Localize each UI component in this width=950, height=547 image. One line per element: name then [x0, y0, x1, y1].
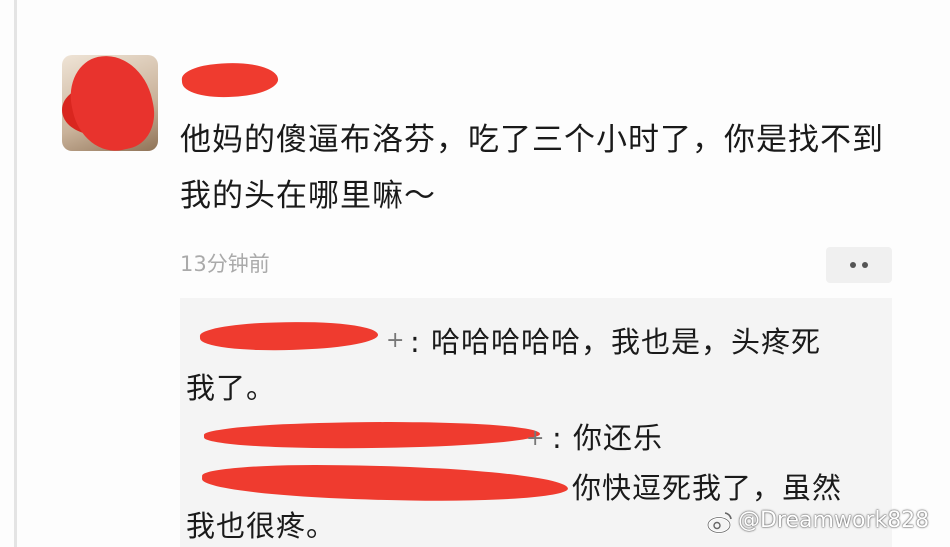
comment-2-line-1: : 你还乐	[552, 418, 663, 458]
avatar[interactable]	[62, 55, 158, 151]
commenter-name-redaction	[199, 318, 379, 354]
weibo-icon	[706, 512, 732, 534]
comment-3-line-1: 你快逗死我了，虽然	[572, 471, 843, 505]
post-timestamp: 13分钟前	[180, 252, 270, 276]
avatar-redaction-scribble	[62, 55, 158, 151]
watermark: @Dreamwork828	[738, 508, 930, 533]
more-dots-icon	[850, 262, 856, 268]
comment-3-line-2: 我也很疼。	[186, 509, 337, 543]
comment-text: 哈哈哈哈哈，我也是，头疼死	[431, 325, 822, 359]
comment-separator: :	[410, 325, 421, 359]
comment-text: 你还乐	[573, 421, 664, 455]
comment-separator: :	[552, 421, 563, 455]
more-options-button[interactable]	[826, 247, 892, 283]
user-badge-icon: +	[386, 328, 405, 353]
left-edge-divider	[14, 0, 17, 547]
post-text: 他妈的傻逼布洛芬，吃了三个小时了，你是找不到我的头在哪里嘛～	[180, 122, 884, 214]
comment-1-line-1: : 哈哈哈哈哈，我也是，头疼死	[410, 322, 821, 362]
username-redaction	[180, 59, 280, 101]
user-badge-icon: +	[526, 426, 545, 451]
commenter-name-redaction	[201, 462, 569, 504]
commenter-name-redaction	[203, 419, 541, 451]
more-dots-icon-2	[862, 262, 868, 268]
comment-1-line-2: 我了。	[186, 371, 277, 405]
